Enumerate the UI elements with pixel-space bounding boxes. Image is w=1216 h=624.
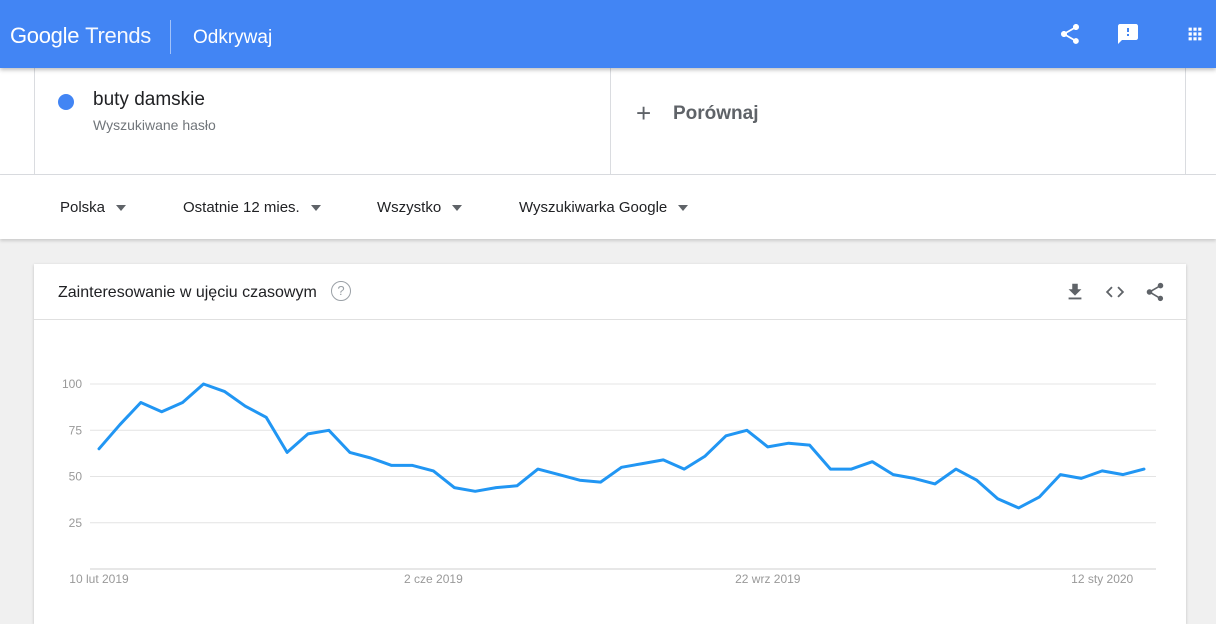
- apps-grid-icon[interactable]: [1183, 22, 1207, 46]
- help-icon[interactable]: ?: [331, 281, 351, 301]
- chevron-down-icon: [678, 205, 689, 212]
- filter-region-dropdown[interactable]: Polska: [60, 199, 127, 216]
- logo-google-text: Google: [10, 23, 80, 48]
- chevron-down-icon: [116, 205, 127, 212]
- search-term-type: Wyszukiwane hasło: [93, 117, 216, 133]
- feedback-icon[interactable]: [1116, 22, 1140, 46]
- logo-trends-text: Trends: [85, 23, 152, 48]
- card-divider: [34, 319, 1186, 320]
- filter-region-label: Polska: [60, 199, 106, 216]
- chevron-down-icon: [310, 205, 321, 212]
- share-icon[interactable]: [1058, 22, 1082, 46]
- filter-search-type-dropdown[interactable]: Wyszukiwarka Google: [519, 199, 689, 216]
- plus-icon: +: [636, 98, 652, 128]
- search-term-name[interactable]: buty damskie: [93, 89, 205, 111]
- section-title[interactable]: Odkrywaj: [193, 27, 272, 49]
- filter-time-label: Ostatnie 12 mies.: [183, 199, 300, 216]
- embed-code-icon[interactable]: [1104, 281, 1126, 303]
- filter-time-dropdown[interactable]: Ostatnie 12 mies.: [183, 199, 321, 216]
- google-trends-logo[interactable]: Google Trends: [10, 23, 151, 49]
- filter-search-type-label: Wyszukiwarka Google: [519, 199, 668, 216]
- chevron-down-icon: [452, 205, 463, 212]
- share-icon[interactable]: [1144, 281, 1166, 303]
- compare-label: Porównaj: [673, 103, 759, 124]
- filter-category-dropdown[interactable]: Wszystko: [377, 199, 463, 216]
- card-title: Zainteresowanie w ujęciu czasowym: [58, 284, 317, 301]
- search-terms-bar: buty damskie Wyszukiwane hasło + Porówna…: [0, 68, 1216, 175]
- term-color-dot: [58, 94, 74, 110]
- interest-over-time-card: Zainteresowanie w ujęciu czasowym ?: [34, 264, 1186, 624]
- filter-bar: Polska Ostatnie 12 mies. Wszystko Wyszuk…: [0, 175, 1216, 239]
- header-divider: [170, 20, 171, 54]
- app-header: Google Trends Odkrywaj: [0, 0, 1216, 68]
- search-term-card[interactable]: buty damskie Wyszukiwane hasło: [34, 68, 611, 174]
- compare-button[interactable]: + Porównaj: [610, 68, 1186, 174]
- filter-category-label: Wszystko: [377, 199, 442, 216]
- download-icon[interactable]: [1064, 281, 1086, 303]
